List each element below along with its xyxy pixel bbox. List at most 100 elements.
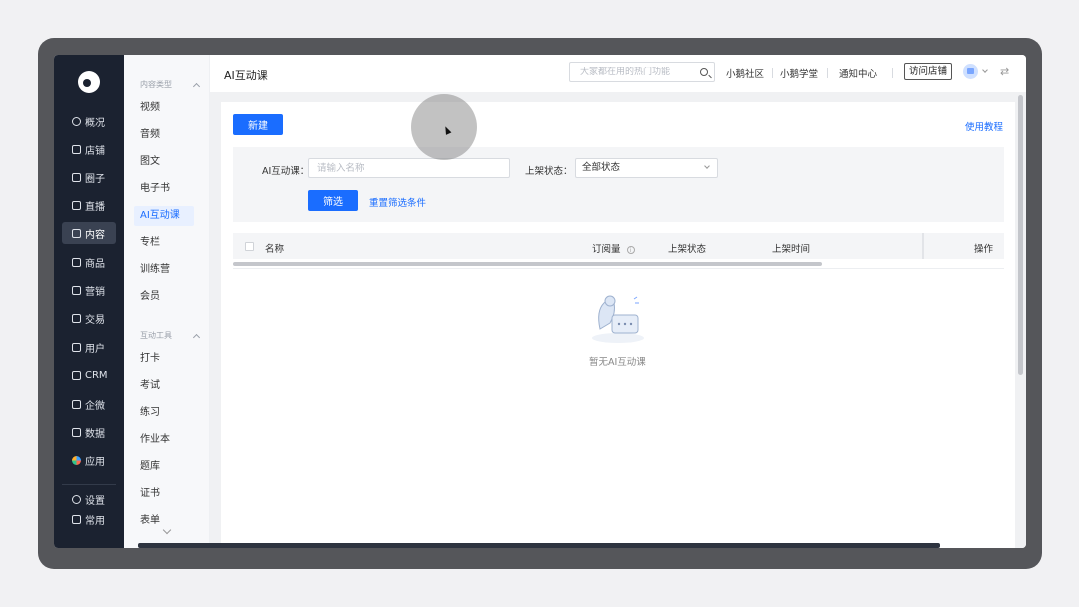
sidebar-item-label: 概况	[85, 117, 105, 129]
sidebar-item-label: 应用	[85, 456, 105, 468]
top-header: AI互动课 小鹅社区 小鹅学堂 通知中心 访问店铺 ⇄	[210, 55, 1026, 92]
header-divider	[827, 68, 828, 78]
name-filter-label: AI互动课：	[262, 166, 310, 177]
horizontal-scrollbar[interactable]	[233, 262, 822, 266]
device-frame: 概况店铺圈子直播内容商品营销交易用户 CRM 企微数据应用 设置常用 内容类型 视频…	[38, 38, 1042, 569]
column-name: 名称	[265, 244, 285, 255]
secondary-item-content-5[interactable]: 专栏	[134, 233, 194, 253]
user-icon	[72, 342, 81, 352]
sidebar-item-2[interactable]: 圈子	[62, 166, 116, 188]
chevron-up-icon	[192, 333, 201, 341]
sidebar-item-label: 数据	[85, 428, 105, 440]
app-window: 概况店铺圈子直播内容商品营销交易用户 CRM 企微数据应用 设置常用 内容类型 视频…	[54, 55, 1026, 548]
search-input[interactable]	[580, 67, 700, 77]
apps-icon	[72, 455, 81, 465]
secondary-item-tool-3[interactable]: 作业本	[134, 430, 194, 450]
menu-icon	[72, 514, 81, 524]
marketing-icon	[72, 285, 81, 295]
search-box[interactable]	[569, 62, 715, 82]
store-icon	[72, 144, 81, 154]
sidebar-item-label: 企微	[85, 400, 105, 412]
sidebar-item-4[interactable]: 内容	[62, 222, 116, 244]
secondary-item-tool-5[interactable]: 证书	[134, 484, 194, 504]
sidebar-item-7[interactable]: 交易	[62, 307, 116, 329]
column-actions: 操作	[974, 244, 994, 255]
secondary-item-content-6[interactable]: 训练营	[134, 260, 194, 280]
column-listing-status: 上架状态	[668, 244, 707, 255]
secondary-sidebar: 内容类型 视频音频图文电子书 AI互动课专栏训练营会员 互动工具 打卡考试练习作业…	[124, 55, 210, 548]
secondary-item-tool-0[interactable]: 打卡	[134, 349, 194, 369]
name-filter-input[interactable]	[308, 158, 510, 178]
column-subscriptions: 订阅量 i	[592, 241, 635, 255]
sidebar-item-12[interactable]: 应用	[62, 449, 116, 471]
vertical-scrollbar[interactable]	[1018, 95, 1023, 375]
empty-state-text: 暂无AI互动课	[589, 357, 646, 368]
sidebar-item-3[interactable]: 直播	[62, 194, 116, 216]
app-logo[interactable]	[78, 71, 100, 93]
header-divider	[892, 68, 893, 78]
sidebar-item-10[interactable]: 企微	[62, 393, 116, 415]
group-title-label: 内容类型	[140, 80, 172, 89]
chevron-down-icon[interactable]	[982, 67, 988, 73]
fixed-column-divider	[922, 233, 924, 259]
primary-sidebar: 概况店铺圈子直播内容商品营销交易用户 CRM 企微数据应用 设置常用	[54, 55, 124, 548]
secondary-item-tool-1[interactable]: 考试	[134, 376, 194, 396]
status-filter-label: 上架状态：	[525, 166, 573, 177]
group-title-content-type[interactable]: 内容类型	[140, 79, 201, 90]
sidebar-item-9[interactable]: CRM	[62, 364, 116, 386]
new-button[interactable]: 新建	[233, 114, 283, 135]
link-notification-center[interactable]: 通知中心	[839, 66, 877, 80]
sidebar-divider	[62, 484, 116, 485]
info-icon[interactable]: i	[626, 246, 635, 254]
secondary-item-tool-2[interactable]: 练习	[134, 403, 194, 423]
sidebar-item-label: 店铺	[85, 145, 105, 157]
goods-icon	[72, 257, 81, 267]
sidebar-item-label: 内容	[85, 229, 105, 241]
group-title-interactive-tools[interactable]: 互动工具	[140, 330, 201, 341]
secondary-item-tool-4[interactable]: 题库	[134, 457, 194, 477]
empty-state-illustration-icon	[592, 295, 644, 343]
visit-store-button[interactable]: 访问店铺	[904, 63, 952, 80]
link-community[interactable]: 小鹅社区	[726, 66, 764, 80]
sidebar-item-label: 常用	[85, 515, 105, 527]
sidebar-item-1[interactable]: 店铺	[62, 138, 116, 160]
reset-filter-link[interactable]: 重置筛选条件	[369, 195, 426, 209]
sidebar-item-label: 圈子	[85, 173, 105, 185]
wecom-icon	[72, 399, 81, 409]
sidebar-item-8[interactable]: 用户	[62, 336, 116, 358]
group-icon	[72, 172, 81, 182]
secondary-item-content-1[interactable]: 音频	[134, 125, 194, 145]
sidebar-bottom-item-0[interactable]: 设置	[62, 488, 116, 510]
search-icon[interactable]	[700, 68, 708, 76]
status-filter-select[interactable]: 全部状态	[575, 158, 718, 178]
secondary-item-content-2[interactable]: 图文	[134, 152, 194, 172]
sidebar-bottom-item-1[interactable]: 常用	[62, 508, 116, 530]
sidebar-item-label: 商品	[85, 258, 105, 270]
filter-button[interactable]: 筛选	[308, 190, 358, 211]
column-subscriptions-label: 订阅量	[592, 244, 621, 255]
secondary-item-content-7[interactable]: 会员	[134, 287, 194, 307]
sidebar-item-5[interactable]: 商品	[62, 251, 116, 273]
switch-icon[interactable]: ⇄	[1000, 65, 1009, 78]
select-all-checkbox[interactable]	[245, 242, 254, 251]
sidebar-item-label: 用户	[85, 343, 105, 355]
sidebar-item-label: 直播	[85, 201, 105, 213]
group-title-label: 互动工具	[140, 331, 172, 340]
sidebar-item-6[interactable]: 营销	[62, 279, 116, 301]
tutorial-link[interactable]: 使用教程	[965, 119, 1003, 133]
table-divider	[233, 268, 1004, 269]
chevron-up-icon	[192, 82, 201, 90]
secondary-item-content-0[interactable]: 视频	[134, 98, 194, 118]
sidebar-item-label: 营销	[85, 286, 105, 298]
gear-icon	[72, 494, 81, 504]
sidebar-item-0[interactable]: 概况	[62, 110, 116, 132]
secondary-item-content-3[interactable]: 电子书	[134, 179, 194, 199]
page-title: AI互动课	[224, 69, 268, 82]
data-icon	[72, 427, 81, 437]
link-academy[interactable]: 小鹅学堂	[780, 66, 818, 80]
header-divider	[772, 68, 773, 78]
sidebar-item-11[interactable]: 数据	[62, 421, 116, 443]
chevron-down-icon	[704, 163, 710, 169]
secondary-item-content-4[interactable]: AI互动课	[134, 206, 194, 226]
avatar[interactable]	[963, 64, 978, 79]
